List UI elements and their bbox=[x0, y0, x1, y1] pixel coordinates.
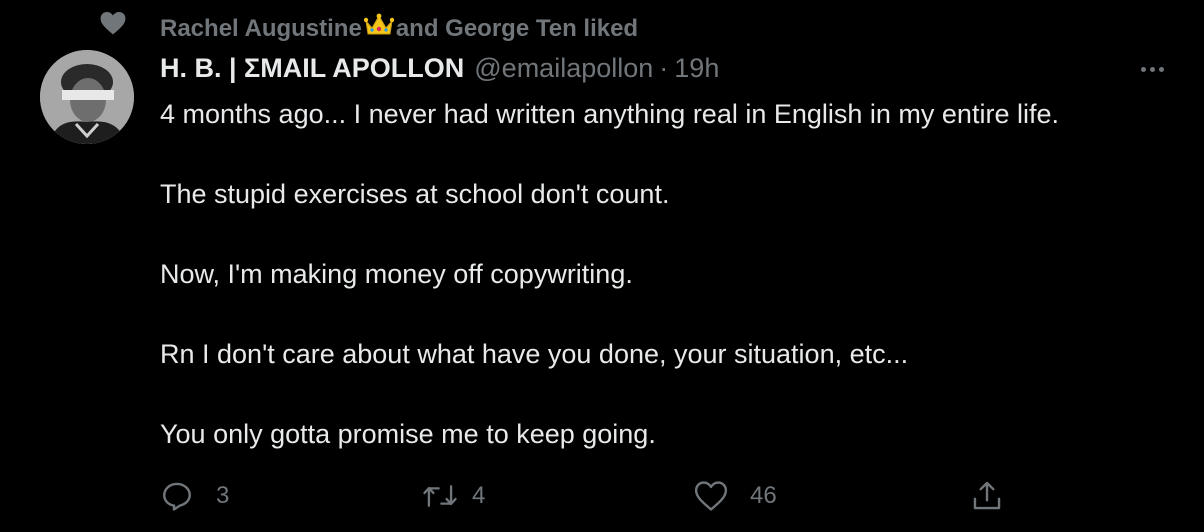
more-dots-icon bbox=[1140, 66, 1146, 72]
tweet-timestamp[interactable]: 19h bbox=[674, 53, 719, 84]
avatar[interactable] bbox=[40, 50, 134, 144]
tweet-paragraph: You only gotta promise me to keep going. bbox=[160, 419, 656, 449]
author-display-name[interactable]: H. B. | ΣMAIL APOLLON bbox=[160, 53, 464, 84]
like-count: 46 bbox=[750, 482, 777, 509]
heart-icon bbox=[98, 8, 128, 38]
like-icon bbox=[694, 481, 728, 511]
more-options-button[interactable] bbox=[1132, 56, 1172, 82]
social-context-suffix: and George Ten liked bbox=[395, 14, 639, 42]
retweet-count: 4 bbox=[472, 482, 486, 509]
tweet-paragraph: 4 months ago... I never had written anyt… bbox=[160, 99, 1059, 129]
avatar-photo bbox=[40, 50, 134, 144]
author-handle[interactable]: @emailapollon bbox=[474, 53, 653, 84]
tweet-actions: 3 4 46 bbox=[160, 476, 1020, 516]
share-icon bbox=[973, 481, 1001, 510]
tweet-paragraph: The stupid exercises at school don't cou… bbox=[160, 179, 670, 209]
separator-dot: · bbox=[659, 52, 669, 83]
retweet-button[interactable]: 4 bbox=[422, 476, 485, 516]
crown-icon bbox=[363, 13, 395, 35]
share-button[interactable] bbox=[970, 476, 1004, 516]
tweet-header: H. B. | ΣMAIL APOLLON @emailapollon · 19… bbox=[160, 50, 719, 86]
reply-button[interactable]: 3 bbox=[160, 476, 229, 516]
reply-icon bbox=[163, 482, 191, 511]
liker-name: Rachel Augustine bbox=[160, 14, 362, 42]
tweet-paragraph: Rn I don't care about what have you done… bbox=[160, 339, 909, 369]
reply-count: 3 bbox=[216, 482, 230, 509]
tweet-paragraph: Now, I'm making money off copywriting. bbox=[160, 259, 633, 289]
retweet-icon bbox=[423, 485, 457, 507]
crown-emoji bbox=[363, 13, 395, 44]
like-button[interactable]: 46 bbox=[694, 476, 777, 516]
social-context-text[interactable]: Rachel Augustine and George Ten liked bbox=[160, 13, 638, 44]
tweet-text: 4 months ago... I never had written anyt… bbox=[160, 94, 1180, 454]
